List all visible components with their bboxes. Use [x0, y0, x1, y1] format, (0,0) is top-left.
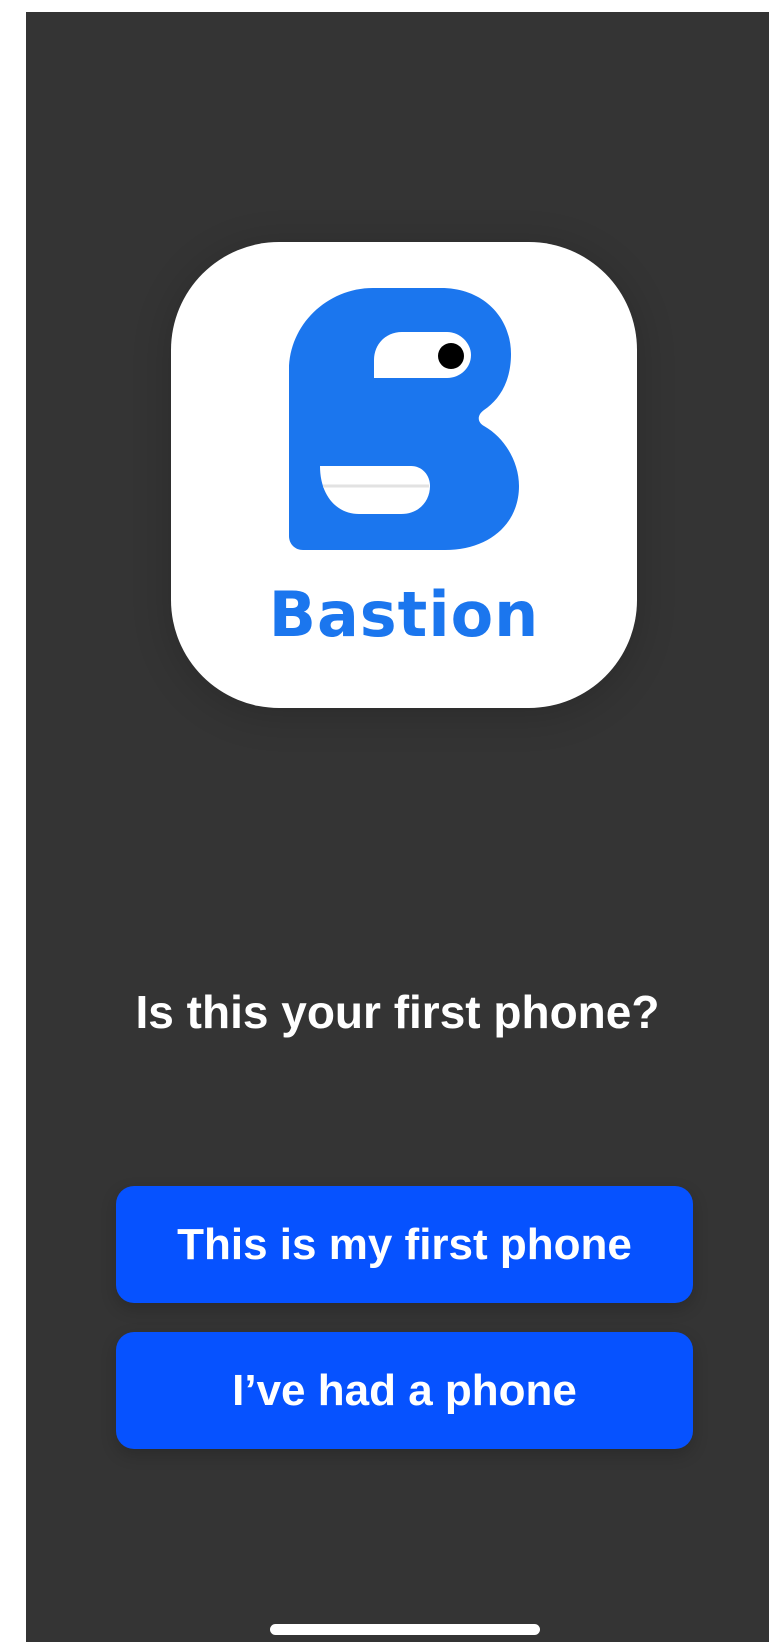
home-indicator[interactable] — [270, 1624, 540, 1635]
brand-name: Bastion — [268, 578, 540, 651]
first-phone-button[interactable]: This is my first phone — [116, 1186, 693, 1303]
bastion-mascot-icon — [289, 288, 519, 550]
question-title: Is this your first phone? — [135, 986, 660, 1038]
onboarding-screen: Bastion Is this your first phone? This i… — [26, 12, 769, 1642]
app-logo: Bastion — [171, 242, 637, 708]
had-phone-button[interactable]: I’ve had a phone — [116, 1332, 693, 1449]
